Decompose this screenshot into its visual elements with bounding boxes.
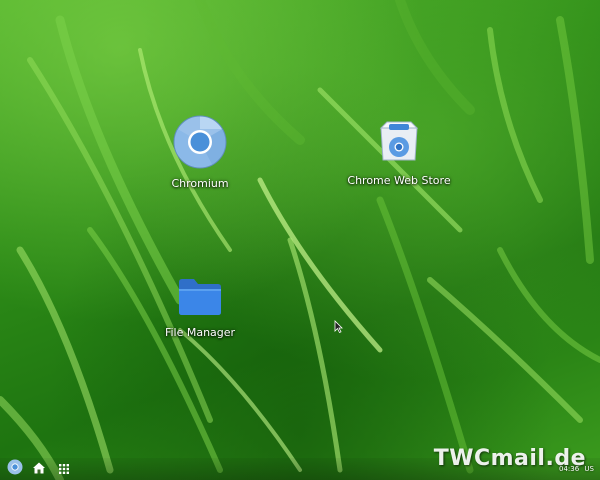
clock: 04:36 — [559, 465, 580, 473]
desktop-icon-label: Chromium — [171, 177, 229, 190]
app-launcher-icon — [58, 460, 70, 479]
shelf-chromium-button[interactable] — [6, 459, 24, 479]
desktop-icon-label: Chrome Web Store — [347, 174, 451, 187]
shelf-app-launcher-button[interactable] — [55, 460, 73, 478]
desktop-icon-label: File Manager — [164, 326, 236, 339]
desktop-icon-file-manager[interactable]: File Manager — [145, 276, 255, 339]
web-store-icon — [344, 118, 454, 170]
chromium-icon — [7, 459, 23, 479]
chromium-icon — [145, 115, 255, 173]
mouse-pointer-icon — [334, 318, 343, 337]
home-icon — [32, 460, 46, 479]
desktop-icon-chromium[interactable]: Chromium — [145, 115, 255, 190]
locale-indicator: US — [584, 465, 594, 473]
folder-icon — [145, 276, 255, 322]
desktop-icon-chrome-web-store[interactable]: Chrome Web Store — [344, 118, 454, 187]
grass-blades — [0, 0, 600, 480]
desktop-wallpaper — [0, 0, 600, 480]
system-tray[interactable]: 04:36 US — [556, 465, 594, 473]
shelf-home-button[interactable] — [30, 460, 48, 478]
